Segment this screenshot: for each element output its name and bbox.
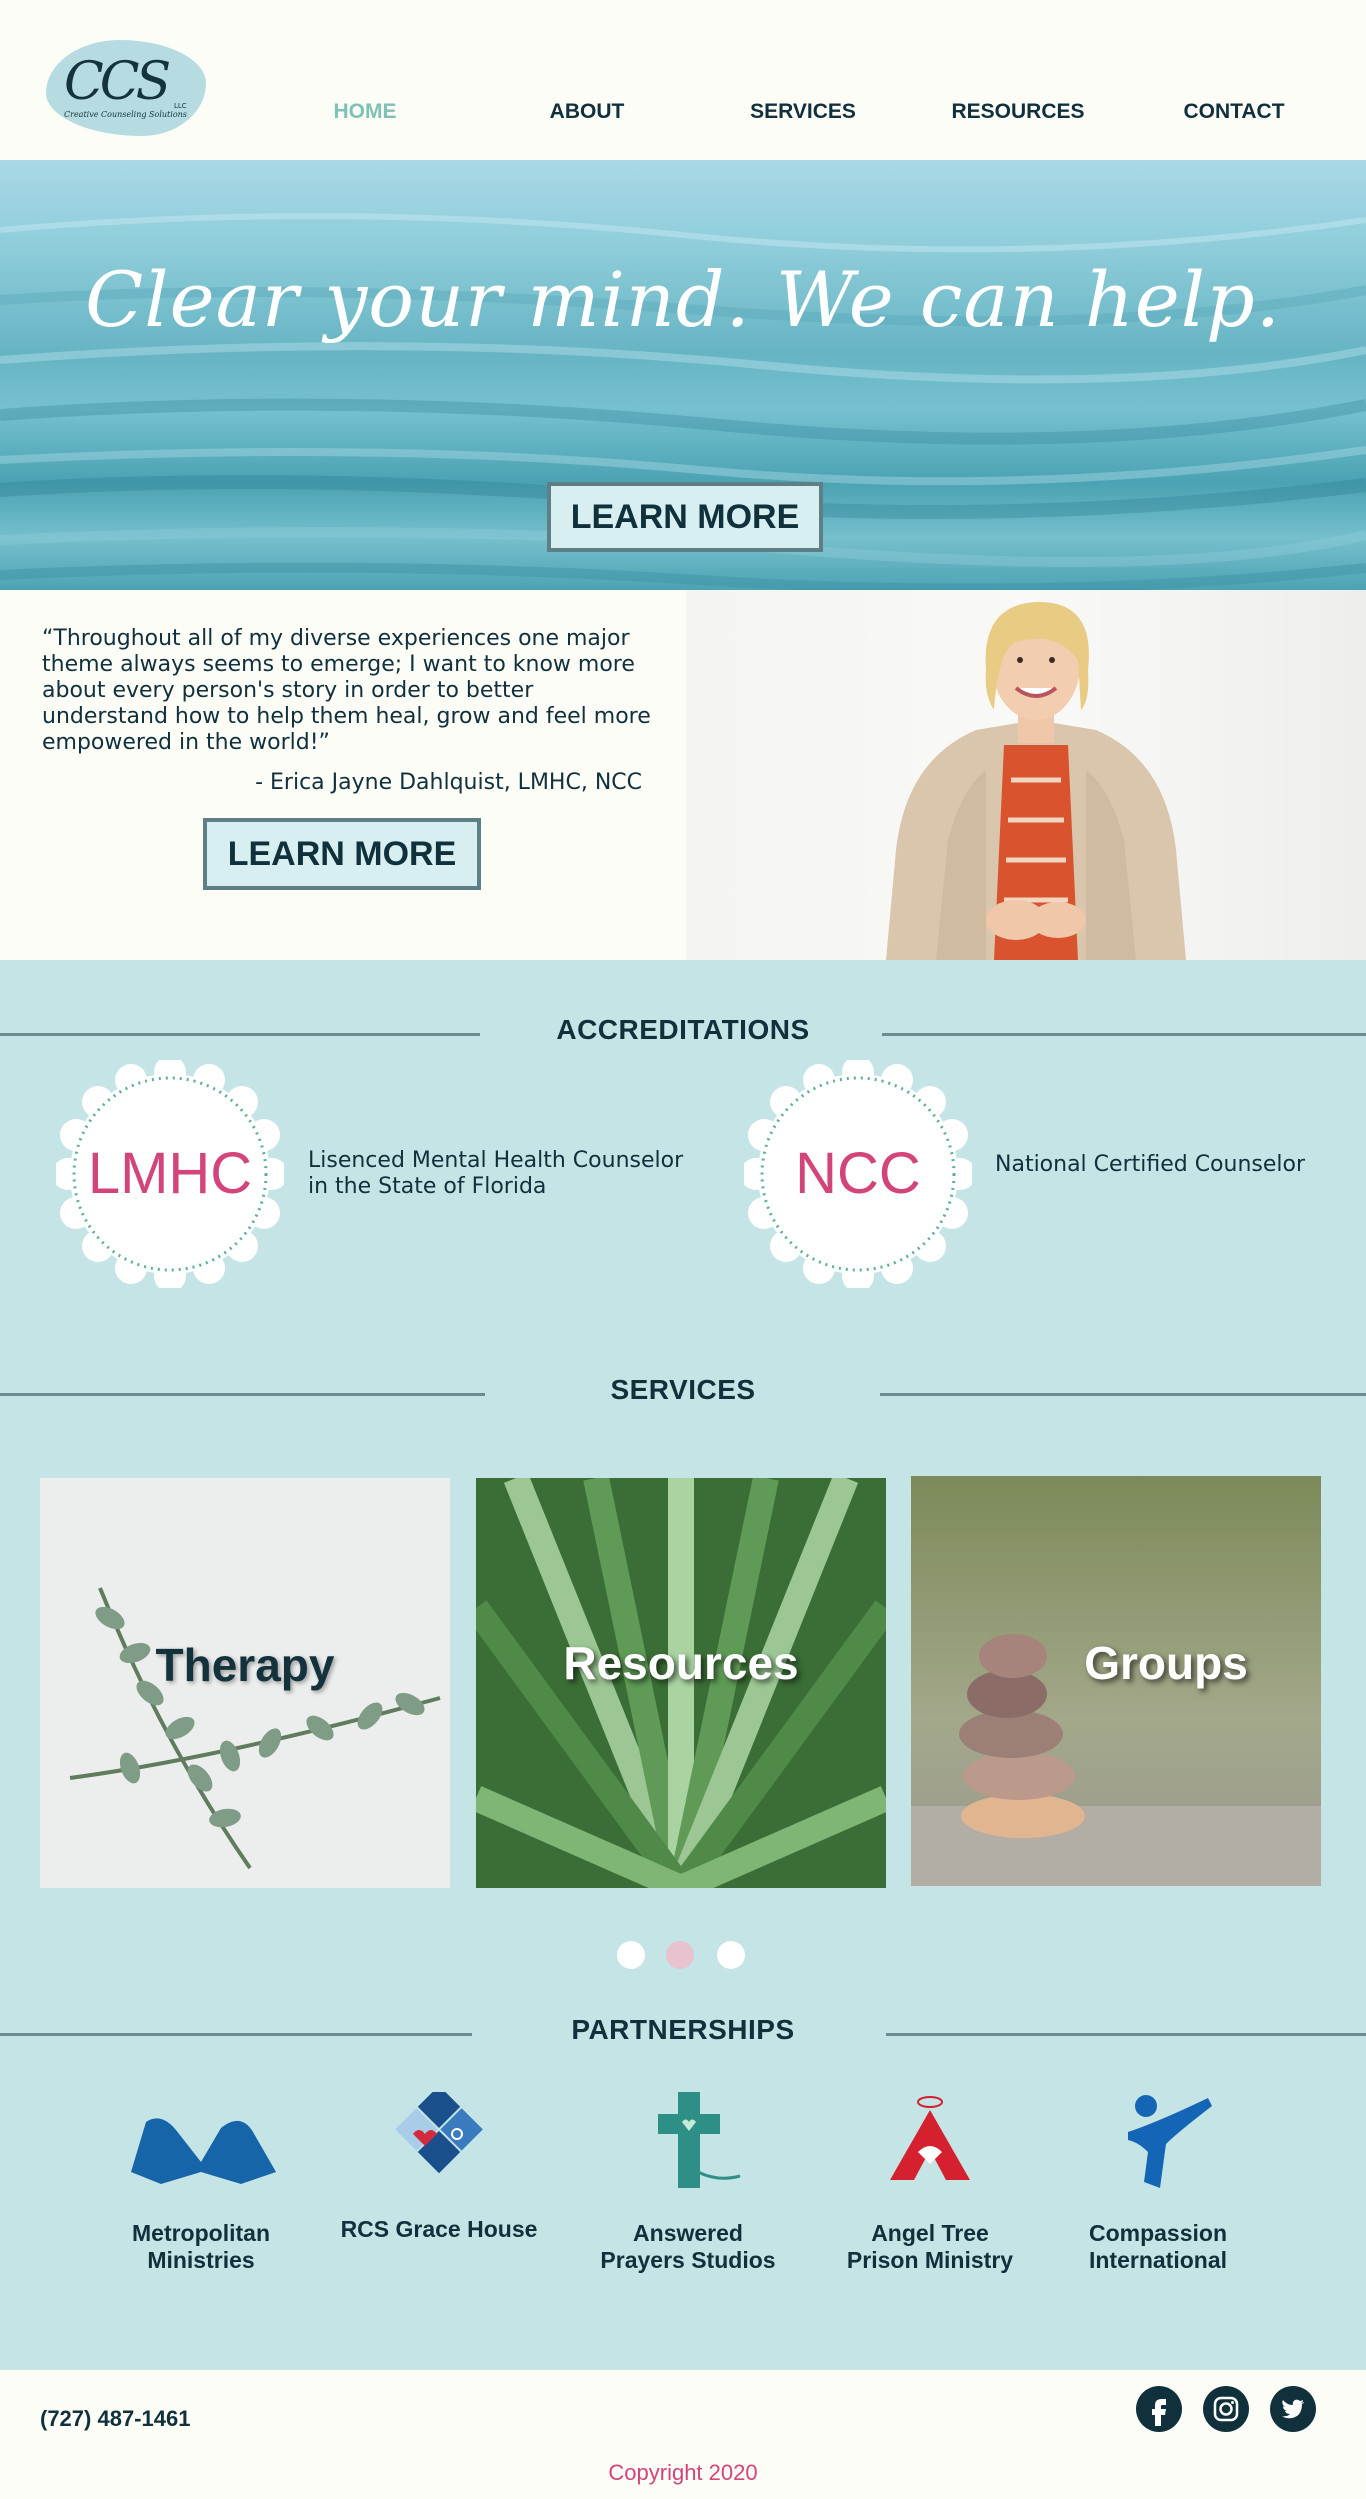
- compassion-international-logo-icon: [1128, 2095, 1212, 2188]
- facebook-icon[interactable]: [1136, 2386, 1182, 2432]
- partner-name: RCS Grace House: [329, 2216, 549, 2243]
- accreditations-header: ACCREDITATIONS: [0, 1014, 1366, 1054]
- lmhc-badge: LMHC: [52, 1056, 288, 1292]
- copyright-text: Copyright 2020: [608, 2460, 758, 2485]
- lmhc-description-line: in the State of Florida: [308, 1174, 547, 1199]
- partnerships-header: PARTNERSHIPS: [0, 2014, 1366, 2054]
- quote-author: - Erica Jayne Dahlquist, LMHC, NCC: [255, 770, 642, 795]
- partner-name-line: Answered: [633, 2220, 743, 2246]
- nav-contact[interactable]: CONTACT: [1183, 100, 1284, 124]
- partner-angel-tree-prison-ministry[interactable]: Angel Tree Prison Ministry: [820, 2092, 1040, 2274]
- partner-name-line: Prayers Studios: [600, 2247, 776, 2273]
- partner-metropolitan-ministries[interactable]: Metropolitan Ministries: [91, 2092, 311, 2274]
- partner-name: Angel Tree Prison Ministry: [820, 2220, 1040, 2274]
- service-tile-therapy[interactable]: Therapy: [40, 1478, 450, 1888]
- partner-rcs-grace-house[interactable]: RCS Grace House: [329, 2085, 549, 2272]
- service-tile-label: Groups: [1084, 1637, 1248, 1689]
- partner-name-line: Metropolitan: [132, 2220, 270, 2246]
- service-tile-label: Therapy: [155, 1639, 335, 1691]
- ncc-description-line: National Certified Counselor: [995, 1152, 1306, 1177]
- content-panel: ACCREDITATIONS LMHC Lisenced Mental Heal…: [0, 960, 1366, 2370]
- lmhc-description: Lisenced Mental Health Counselor in the …: [308, 1148, 683, 1200]
- hero-learn-more-button[interactable]: LEARN MORE: [547, 482, 823, 552]
- hero-tagline: Clear your mind. We can help.: [85, 255, 1281, 344]
- lmhc-badge-label: LMHC: [87, 1141, 253, 1206]
- counselor-photo: [886, 601, 1186, 960]
- site-header: CCS LLC Creative Counseling Solutions HO…: [0, 0, 1366, 160]
- partner-name-line: Compassion: [1088, 2220, 1228, 2246]
- partner-answered-prayers-studios[interactable]: Answered Prayers Studios: [578, 2092, 798, 2274]
- service-tile-label: Resources: [563, 1637, 799, 1689]
- nav-resources[interactable]: RESOURCES: [951, 100, 1084, 124]
- main-nav: HOME ABOUT SERVICES RESOURCES CONTACT: [0, 100, 1366, 130]
- lmhc-description-line: Lisenced Mental Health Counselor: [308, 1148, 684, 1173]
- services-header: SERVICES: [0, 1374, 1366, 1414]
- answered-prayers-cross-logo-icon: [658, 2092, 741, 2188]
- founder-quote-section: “Throughout all of my diverse experience…: [0, 590, 1366, 960]
- partnerships-heading: PARTNERSHIPS: [571, 2014, 795, 2045]
- partner-name-line: RCS Grace House: [340, 2216, 538, 2242]
- metropolitan-ministries-logo-icon: [131, 2118, 276, 2184]
- carousel-dot-active[interactable]: [666, 1941, 694, 1969]
- angel-tree-logo-icon: [890, 2096, 970, 2180]
- partner-name-line: Prison Ministry: [846, 2247, 1014, 2273]
- partner-name: Metropolitan Ministries: [91, 2220, 311, 2274]
- accreditations-heading: ACCREDITATIONS: [556, 1014, 810, 1045]
- nav-home[interactable]: HOME: [334, 100, 397, 124]
- phone-number[interactable]: (727) 487-1461: [40, 2406, 190, 2432]
- ncc-badge: NCC: [740, 1056, 976, 1292]
- instagram-icon[interactable]: [1203, 2386, 1249, 2432]
- partner-name-line: Angel Tree: [871, 2220, 989, 2246]
- hero-banner: Clear your mind. We can help. LEARN MORE: [0, 160, 1366, 590]
- site-footer: (727) 487-1461 Copyright 2020: [0, 2370, 1366, 2499]
- rcs-grace-house-logo-icon: [395, 2085, 483, 2174]
- services-heading: SERVICES: [610, 1374, 756, 1405]
- service-tile-groups[interactable]: Groups: [911, 1476, 1321, 1886]
- partner-name-line: Ministries: [147, 2247, 255, 2273]
- partner-name: Compassion International: [1048, 2220, 1268, 2274]
- partner-compassion-international[interactable]: Compassion International: [1048, 2092, 1268, 2274]
- ncc-badge-label: NCC: [795, 1141, 921, 1206]
- carousel-dot[interactable]: [617, 1941, 645, 1969]
- service-tile-resources[interactable]: Resources: [476, 1478, 886, 1888]
- twitter-icon[interactable]: [1270, 2386, 1316, 2432]
- founder-quote: “Throughout all of my diverse experience…: [42, 626, 651, 755]
- partner-name: Answered Prayers Studios: [578, 2220, 798, 2274]
- nav-services[interactable]: SERVICES: [750, 100, 856, 124]
- carousel-dot[interactable]: [717, 1941, 745, 1969]
- counselor-portrait: [686, 590, 1366, 960]
- partner-name-line: International: [1088, 2247, 1227, 2273]
- nav-about[interactable]: ABOUT: [550, 100, 625, 124]
- ncc-description: National Certified Counselor: [995, 1152, 1305, 1178]
- about-learn-more-button[interactable]: LEARN MORE: [203, 818, 481, 890]
